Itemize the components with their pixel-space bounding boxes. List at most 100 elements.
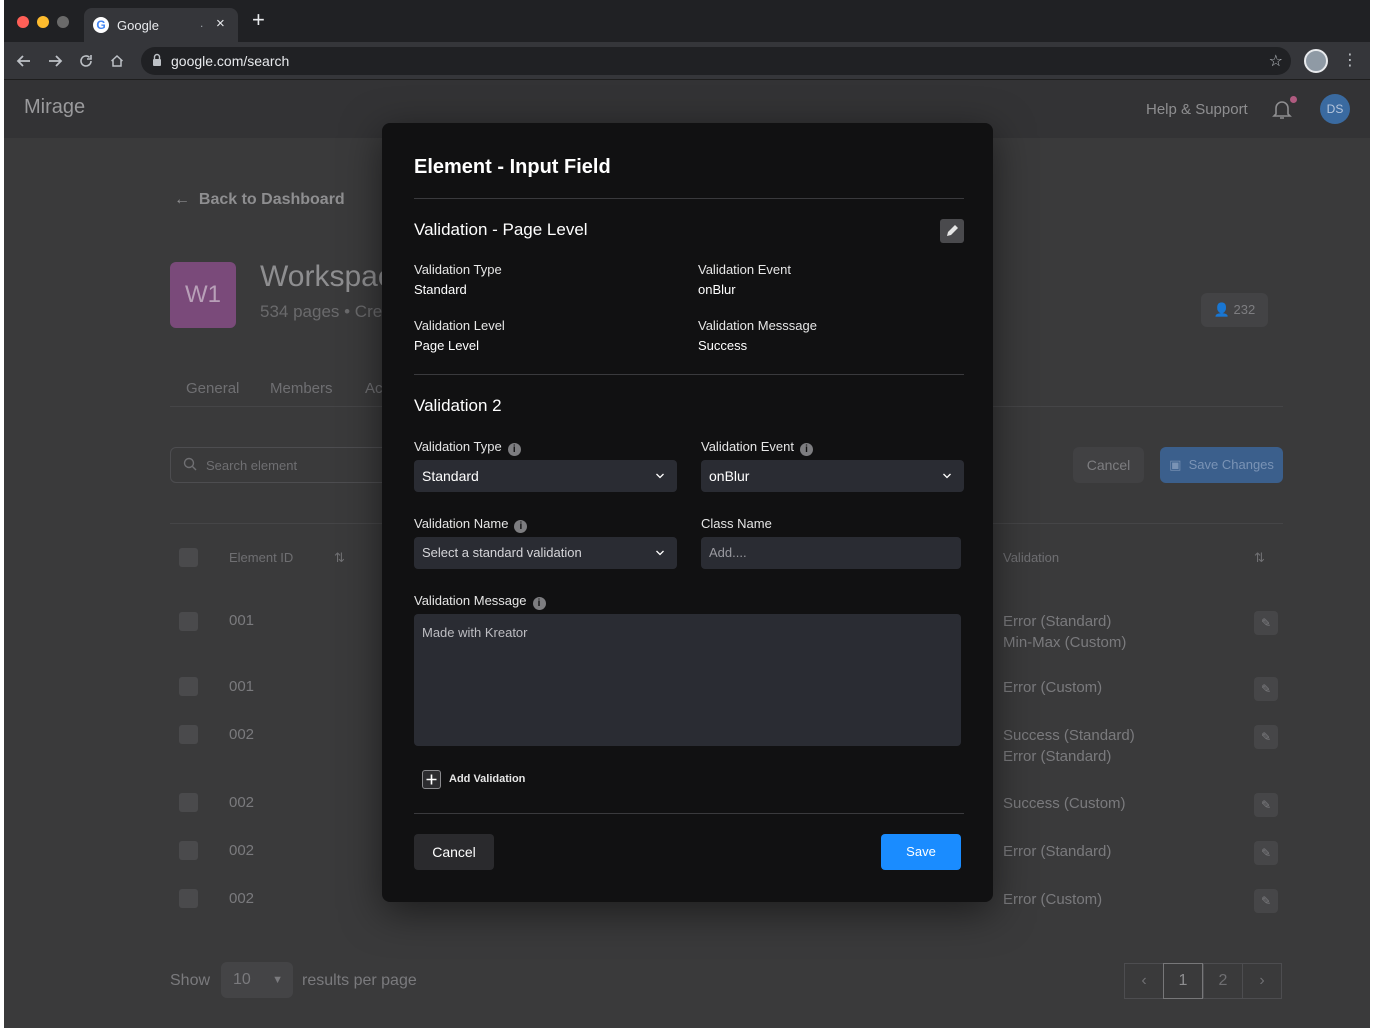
pencil-icon[interactable]: ✎: [1254, 611, 1278, 635]
validation-event-select[interactable]: onBlur: [701, 460, 964, 492]
row-checkbox[interactable]: [179, 677, 198, 696]
save-icon: ▣: [1169, 457, 1182, 472]
tab-activity[interactable]: Ac: [365, 380, 383, 397]
row-checkbox[interactable]: [179, 793, 198, 812]
validation-name-select[interactable]: Select a standard validation: [414, 537, 677, 569]
minimize-window-button[interactable]: [37, 16, 49, 28]
browser-window: G Google . × + google.com/search ☆ ⋮ Mir…: [4, 0, 1370, 1028]
row-validation: Error (Custom): [1003, 677, 1102, 698]
search-placeholder: Search element: [206, 458, 298, 473]
save-changes-button[interactable]: ▣ Save Changes: [1160, 447, 1283, 483]
tab-loading-indicator: .: [200, 16, 204, 30]
browser-tab[interactable]: G Google . ×: [84, 8, 238, 42]
browser-menu-icon[interactable]: ⋮: [1342, 50, 1358, 70]
validation-line: Error (Custom): [1003, 891, 1103, 908]
sort-icon[interactable]: ⇅: [334, 550, 345, 566]
label-text: Validation Message: [414, 593, 527, 608]
save-button[interactable]: Save: [881, 834, 961, 870]
page-2-button[interactable]: 2: [1203, 963, 1243, 999]
page-1-button[interactable]: 1: [1163, 963, 1203, 999]
row-checkbox[interactable]: [179, 841, 198, 860]
chevron-down-icon: [656, 473, 664, 479]
validation-type-field-label: Validation Type i: [414, 439, 521, 456]
validation-name-field-label: Validation Name i: [414, 516, 528, 533]
maximize-window-button[interactable]: [57, 16, 69, 28]
tab-close-icon[interactable]: ×: [216, 15, 225, 32]
class-name-input[interactable]: Add....: [701, 537, 961, 569]
info-icon[interactable]: i: [532, 597, 546, 610]
next-page-button[interactable]: ›: [1242, 963, 1282, 999]
pencil-icon[interactable]: ✎: [1254, 793, 1278, 817]
notification-dot: [1290, 96, 1297, 103]
section-title: Validation 2: [414, 396, 502, 415]
pencil-icon[interactable]: ✎: [1254, 677, 1278, 701]
modal-title: Element - Input Field: [414, 156, 611, 178]
validation-line: Error (Standard): [1003, 748, 1112, 765]
tab-members[interactable]: Members: [270, 380, 333, 397]
profile-avatar[interactable]: [1304, 49, 1328, 73]
info-icon[interactable]: i: [507, 443, 521, 456]
pencil-icon[interactable]: ✎: [1254, 841, 1278, 865]
cancel-button[interactable]: Cancel: [414, 834, 494, 870]
row-checkbox[interactable]: [179, 725, 198, 744]
pencil-icon[interactable]: ✎: [1254, 889, 1278, 913]
validation-type-label: Validation Type: [414, 262, 502, 277]
user-avatar[interactable]: DS: [1320, 94, 1350, 124]
back-to-dashboard-link[interactable]: ← Back to Dashboard: [174, 191, 345, 209]
arrow-left-icon: ←: [174, 191, 190, 208]
validation-line: Success (Standard): [1003, 727, 1135, 744]
address-bar[interactable]: google.com/search ☆: [141, 47, 1291, 75]
url-text: google.com/search: [171, 53, 290, 69]
element-modal: Element - Input Field Validation - Page …: [382, 123, 993, 902]
bookmark-star-icon[interactable]: ☆: [1269, 51, 1283, 71]
label-text: Validation Event: [701, 439, 794, 454]
back-arrow-icon[interactable]: [13, 50, 35, 72]
new-tab-button[interactable]: +: [252, 9, 265, 31]
reload-icon[interactable]: [75, 50, 97, 72]
tab-general[interactable]: General: [186, 380, 239, 397]
info-icon[interactable]: i: [514, 520, 528, 533]
previous-page-button[interactable]: ‹: [1124, 963, 1164, 999]
search-icon: [183, 457, 197, 471]
row-checkbox[interactable]: [179, 889, 198, 908]
modal-divider: [414, 198, 964, 199]
save-changes-label: Save Changes: [1188, 457, 1274, 472]
row-checkbox[interactable]: [179, 612, 198, 631]
forward-arrow-icon[interactable]: [44, 50, 66, 72]
pencil-icon[interactable]: ✎: [1254, 725, 1278, 749]
info-icon[interactable]: i: [800, 443, 813, 456]
validation-message-label: Validation Messsage: [698, 318, 817, 333]
home-icon[interactable]: [106, 50, 128, 72]
validation-event-label: Validation Event: [698, 262, 791, 277]
validation-line: Error (Standard): [1003, 843, 1112, 860]
pencil-icon[interactable]: [940, 219, 964, 243]
app-brand: Mirage: [24, 96, 86, 118]
chevron-down-icon: [656, 550, 664, 556]
validation-message-textarea[interactable]: Made with Kreator: [414, 614, 961, 746]
plus-icon[interactable]: [422, 770, 441, 789]
lock-icon: [153, 53, 161, 66]
help-support-link[interactable]: Help & Support: [1146, 101, 1248, 118]
section-title: Validation - Page Level: [414, 220, 588, 239]
select-all-checkbox[interactable]: [179, 548, 198, 567]
validation-type-select[interactable]: Standard: [414, 460, 677, 492]
per-page-value: 10: [233, 971, 251, 988]
close-window-button[interactable]: [17, 16, 29, 28]
per-page-select[interactable]: 10 ▼: [221, 962, 293, 998]
member-count-chip[interactable]: 👤 232: [1201, 293, 1268, 327]
validation-level-label: Validation Level: [414, 318, 505, 333]
class-name-label: Class Name: [701, 516, 772, 531]
row-element-id: 001: [229, 678, 255, 695]
validation-event-field-label: Validation Event i: [701, 439, 813, 456]
add-validation-button[interactable]: Add Validation: [449, 773, 525, 785]
column-header-validation[interactable]: Validation: [1003, 550, 1059, 565]
column-header-element-id[interactable]: Element ID: [229, 550, 293, 565]
search-input[interactable]: Search element: [170, 447, 390, 483]
validation-type-value: Standard: [414, 282, 467, 297]
tab-title: Google: [117, 18, 159, 33]
select-value: onBlur: [709, 468, 750, 484]
row-validation: Success (Custom): [1003, 793, 1126, 814]
sort-icon[interactable]: ⇅: [1254, 550, 1265, 566]
validation-event-value: onBlur: [698, 282, 736, 297]
cancel-button[interactable]: Cancel: [1073, 447, 1144, 483]
